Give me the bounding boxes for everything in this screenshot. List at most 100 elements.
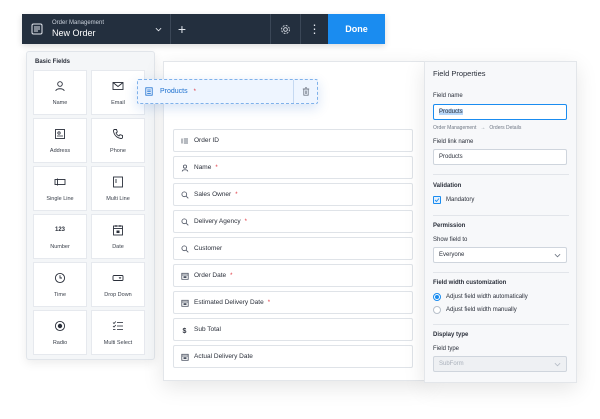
palette-item-label: Radio [52,340,68,346]
dragged-field-products[interactable]: Products * [137,79,318,104]
palette-item-single-line[interactable]: Single Line [33,166,87,211]
field-link-label: Field link name [433,139,474,145]
palette-item-label: Time [53,292,67,298]
palette-item-address[interactable]: Address [33,118,87,163]
form-field-customer[interactable]: Customer [173,237,413,260]
palette-item-radio[interactable]: Radio [33,310,87,355]
form-field-label: Sub Total [194,326,221,333]
palette-item-label: Number [50,244,70,250]
number-glyph: 123 [54,226,65,233]
form-field-order-date[interactable]: Order Date * [173,264,413,287]
required-marker: * [215,164,218,171]
palette-item-time[interactable]: Time [33,262,87,307]
form-canvas: Order ID Name * Sales Owner * Delivery A… [163,61,428,381]
form-field-delivery-agency[interactable]: Delivery Agency * [173,210,413,233]
checkbox-checked-icon[interactable] [433,196,441,204]
checklist-icon [112,319,125,332]
address-card-icon [54,127,67,140]
width-manual-option[interactable]: Adjust field width manually [433,306,517,314]
done-button[interactable]: Done [328,14,385,44]
form-field-name[interactable]: Name * [173,156,413,179]
field-name-value: Products [439,109,463,115]
trash-icon[interactable] [293,80,317,103]
palette-item-label: Multi Select [103,340,133,346]
form-field-label: Order Date [194,272,227,279]
show-field-select[interactable]: Everyone [433,247,567,263]
svg-text:$: $ [182,327,186,333]
palette-item-phone[interactable]: Phone [91,118,145,163]
calendar-icon [180,298,189,307]
calendar-icon [180,271,189,280]
palette-item-label: Phone [110,148,126,154]
display-type-title: Display type [433,332,469,338]
gear-icon[interactable] [270,14,300,44]
form-field-label: Name [194,164,212,171]
chevron-down-icon [554,362,561,367]
crumb-form: Orders Details [489,125,522,131]
width-customization-title: Field width customization [433,280,507,286]
field-type-value: SubForm [439,361,464,367]
form-field-sub-total[interactable]: $ Sub Total [173,318,413,341]
add-form-button[interactable]: + [171,14,193,44]
more-options-button[interactable]: ⋮ [300,14,328,44]
palette-item-label: Date [112,244,124,250]
palette-item-multi-line[interactable]: Multi Line [91,166,145,211]
form-field-order-id[interactable]: Order ID [173,129,413,152]
mandatory-checkbox-row[interactable]: Mandatory [433,196,474,204]
permission-title: Permission [433,223,466,229]
field-name-label: Field name [433,93,463,99]
multi-line-icon [112,175,125,188]
required-marker: * [235,191,238,198]
palette-item-label: Single Line [46,196,74,202]
form-field-estimated-delivery-date[interactable]: Estimated Delivery Date * [173,291,413,314]
currency-icon: $ [180,325,189,334]
number-icon: 123 [54,223,67,236]
crumb-app: Order Management [433,125,477,131]
form-field-actual-delivery-date[interactable]: Actual Delivery Date [173,345,413,368]
palette-item-drop-down[interactable]: Drop Down [91,262,145,307]
field-location-breadcrumb: Order Management → Orders Details [433,125,521,131]
subform-icon [138,87,160,96]
panel-title: Field Properties [433,69,486,78]
radio-unselected-icon[interactable] [433,306,441,314]
single-line-icon [54,175,67,188]
field-link-input[interactable]: Products [433,149,567,165]
basic-fields-palette: Basic Fields Name Email Address Phone Si… [26,51,155,360]
form-field-label: Actual Delivery Date [194,353,253,360]
radio-selected-icon[interactable] [433,293,441,301]
palette-item-label: Drop Down [104,292,132,298]
form-title: New Order [52,28,96,38]
divider [433,215,569,216]
form-field-label: Delivery Agency [194,218,241,225]
field-type-select: SubForm [433,356,567,372]
mandatory-label: Mandatory [446,197,475,203]
form-menu-icon[interactable] [22,14,52,44]
palette-item-multi-select[interactable]: Multi Select [91,310,145,355]
chevron-down-icon [554,253,561,258]
dragged-field-label: Products [160,88,188,95]
palette-item-name[interactable]: Name [33,70,87,115]
palette-item-date[interactable]: Date [91,214,145,259]
divider [433,272,569,273]
lookup-icon [180,190,189,199]
width-auto-option[interactable]: Adjust field width automatically [433,293,528,301]
phone-icon [112,127,125,140]
form-field-label: Estimated Delivery Date [194,299,264,306]
required-marker: * [267,299,271,306]
person-icon [180,163,189,172]
lookup-icon [180,217,189,226]
arrow-right-icon: → [480,125,486,131]
form-title-block[interactable]: Order Management New Order [52,20,152,38]
form-field-label: Sales Owner [194,191,232,198]
chevron-down-icon[interactable] [152,26,164,33]
form-field-sales-owner[interactable]: Sales Owner * [173,183,413,206]
palette-title: Basic Fields [35,59,71,65]
calendar-icon [112,223,125,236]
field-properties-panel: Field Properties Field name Products Ord… [424,61,577,383]
width-manual-label: Adjust field width manually [446,307,517,313]
divider [433,174,569,175]
show-field-value: Everyone [439,252,465,258]
palette-item-number[interactable]: 123 Number [33,214,87,259]
field-name-input[interactable]: Products [433,104,567,120]
